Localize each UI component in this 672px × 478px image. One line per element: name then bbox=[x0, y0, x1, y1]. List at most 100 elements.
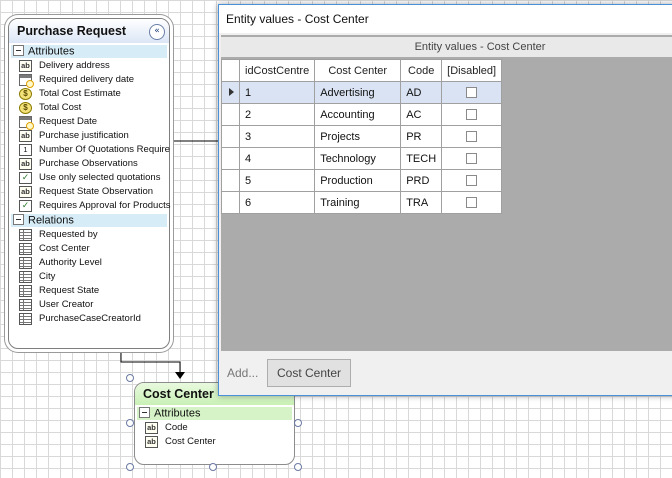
attribute-row[interactable]: ab Cost Center bbox=[145, 435, 216, 449]
collapse-minus-icon[interactable] bbox=[13, 214, 24, 225]
row-header[interactable] bbox=[221, 169, 240, 192]
disabled-checkbox[interactable] bbox=[466, 109, 478, 121]
attribute-row[interactable]: ab Code bbox=[145, 421, 188, 435]
column-header-cost-center[interactable]: Cost Center bbox=[314, 59, 402, 82]
cell-id[interactable]: 5 bbox=[238, 169, 316, 192]
table-row[interactable]: 6 Training TRA bbox=[221, 191, 503, 214]
cell-id[interactable]: 4 bbox=[238, 147, 316, 170]
cell-id[interactable]: 6 bbox=[238, 191, 316, 214]
resize-handle[interactable] bbox=[126, 374, 134, 382]
relation-row[interactable]: Request State bbox=[19, 284, 99, 298]
cell-name[interactable]: Advertising bbox=[314, 81, 402, 104]
currency-icon: $ bbox=[19, 88, 32, 100]
cost-center-button[interactable]: Cost Center bbox=[267, 359, 351, 387]
cell-name[interactable]: Training bbox=[314, 191, 402, 214]
relations-section-header[interactable]: Relations bbox=[11, 214, 167, 227]
table-relation-icon bbox=[19, 299, 32, 311]
attribute-label: Requires Approval for Products bbox=[39, 200, 171, 211]
purchase-request-entity[interactable]: Purchase Request « Attributes ab Delivery… bbox=[8, 18, 170, 349]
cell-name[interactable]: Accounting bbox=[314, 103, 402, 126]
resize-handle[interactable] bbox=[126, 419, 134, 427]
cell-disabled[interactable] bbox=[441, 125, 503, 148]
relation-row[interactable]: Cost Center bbox=[19, 242, 90, 256]
cell-disabled[interactable] bbox=[441, 169, 503, 192]
attribute-row[interactable]: ab Purchase Observations bbox=[19, 157, 138, 171]
attribute-row[interactable]: ab Request State Observation bbox=[19, 185, 153, 199]
table-row[interactable]: 5 Production PRD bbox=[221, 169, 503, 192]
cell-code[interactable]: PRD bbox=[400, 169, 443, 192]
table-relation-icon bbox=[19, 243, 32, 255]
relation-label: Request State bbox=[39, 285, 100, 296]
resize-handle[interactable] bbox=[294, 419, 302, 427]
cell-code[interactable]: AC bbox=[400, 103, 443, 126]
attributes-section-header[interactable]: Attributes bbox=[137, 407, 292, 420]
relation-row[interactable]: Authority Level bbox=[19, 256, 102, 270]
attribute-row[interactable]: 1 Number Of Quotations Require bbox=[19, 143, 170, 157]
table-row[interactable]: 1 Advertising AD bbox=[221, 81, 503, 104]
add-label[interactable]: Add... bbox=[227, 366, 258, 380]
text-icon: ab bbox=[19, 186, 32, 198]
column-header-code[interactable]: Code bbox=[400, 59, 443, 82]
cell-disabled[interactable] bbox=[441, 191, 503, 214]
disabled-checkbox[interactable] bbox=[466, 197, 478, 209]
entity-values-dialog[interactable]: Entity values - Cost Center Entity value… bbox=[218, 4, 672, 396]
row-header[interactable] bbox=[221, 125, 240, 148]
cell-disabled[interactable] bbox=[441, 147, 503, 170]
attribute-row[interactable]: $ Total Cost bbox=[19, 101, 81, 115]
row-header[interactable] bbox=[221, 81, 240, 104]
cell-name[interactable]: Projects bbox=[314, 125, 402, 148]
disabled-checkbox[interactable] bbox=[466, 153, 478, 165]
row-header[interactable] bbox=[221, 191, 240, 214]
table-relation-icon bbox=[19, 257, 32, 269]
cell-disabled[interactable] bbox=[441, 103, 503, 126]
attribute-label: Purchase justification bbox=[39, 130, 129, 141]
attributes-section-header[interactable]: Attributes bbox=[11, 45, 167, 58]
cell-id[interactable]: 1 bbox=[238, 81, 316, 104]
attribute-label: Request Date bbox=[39, 116, 98, 127]
relation-row[interactable]: City bbox=[19, 270, 55, 284]
relation-label: PurchaseCaseCreatorId bbox=[39, 313, 141, 324]
cell-code[interactable]: PR bbox=[400, 125, 443, 148]
table-relation-icon bbox=[19, 285, 32, 297]
dialog-title: Entity values - Cost Center bbox=[219, 5, 672, 33]
relation-row[interactable]: PurchaseCaseCreatorId bbox=[19, 312, 141, 326]
collapse-icon[interactable]: « bbox=[149, 24, 165, 40]
attribute-row[interactable]: ab Delivery address bbox=[19, 59, 110, 73]
resize-handle[interactable] bbox=[209, 463, 217, 471]
column-header-disabled[interactable]: [Disabled] bbox=[441, 59, 503, 82]
row-header[interactable] bbox=[221, 103, 240, 126]
attribute-row[interactable]: ✓ Use only selected quotations bbox=[19, 171, 160, 185]
cell-code[interactable]: TRA bbox=[400, 191, 443, 214]
attribute-row[interactable]: ✓ Requires Approval for Products bbox=[19, 199, 170, 213]
attribute-row[interactable]: Request Date bbox=[19, 115, 98, 130]
row-header[interactable] bbox=[221, 147, 240, 170]
cell-id[interactable]: 3 bbox=[238, 125, 316, 148]
text-icon: ab bbox=[145, 422, 158, 434]
grid-caption: Entity values - Cost Center bbox=[221, 37, 672, 57]
collapse-minus-icon[interactable] bbox=[139, 407, 150, 418]
resize-handle[interactable] bbox=[126, 463, 134, 471]
cell-name[interactable]: Technology bbox=[314, 147, 402, 170]
entity-values-grid[interactable]: idCostCentre Cost Center Code [Disabled]… bbox=[221, 59, 503, 214]
cell-code[interactable]: AD bbox=[400, 81, 443, 104]
attribute-row[interactable]: Required delivery date bbox=[19, 73, 134, 88]
attribute-row[interactable]: $ Total Cost Estimate bbox=[19, 87, 121, 101]
cell-code[interactable]: TECH bbox=[400, 147, 443, 170]
table-row[interactable]: 4 Technology TECH bbox=[221, 147, 503, 170]
resize-handle[interactable] bbox=[294, 463, 302, 471]
collapse-minus-icon[interactable] bbox=[13, 45, 24, 56]
disabled-checkbox[interactable] bbox=[466, 87, 478, 99]
row-header-corner bbox=[221, 59, 240, 82]
column-header-id[interactable]: idCostCentre bbox=[238, 59, 316, 82]
table-row[interactable]: 2 Accounting AC bbox=[221, 103, 503, 126]
text-icon: ab bbox=[19, 130, 32, 142]
cell-id[interactable]: 2 bbox=[238, 103, 316, 126]
disabled-checkbox[interactable] bbox=[466, 131, 478, 143]
relation-row[interactable]: User Creator bbox=[19, 298, 93, 312]
attribute-row[interactable]: ab Purchase justification bbox=[19, 129, 129, 143]
table-row[interactable]: 3 Projects PR bbox=[221, 125, 503, 148]
relation-row[interactable]: Requested by bbox=[19, 228, 98, 242]
cell-disabled[interactable] bbox=[441, 81, 503, 104]
cell-name[interactable]: Production bbox=[314, 169, 402, 192]
disabled-checkbox[interactable] bbox=[466, 175, 478, 187]
